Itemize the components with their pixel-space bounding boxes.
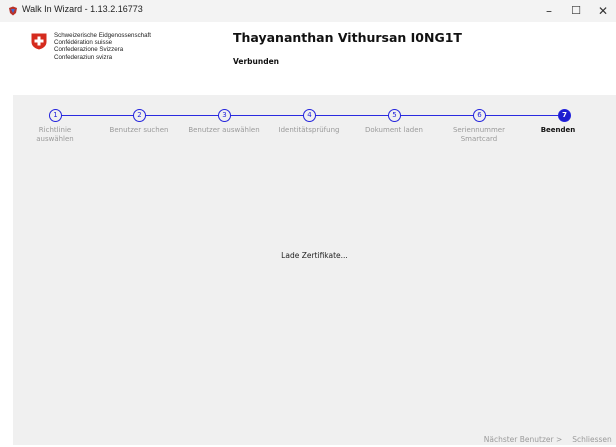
confederation-name-de: Schweizerische Eidgenossenschaft <box>54 32 151 39</box>
minimize-button[interactable]: – <box>536 0 562 22</box>
step-6-label-line1: Seriennummer <box>452 126 505 134</box>
step-2-label: Benutzer suchen <box>97 126 181 135</box>
current-user-name: Thayananthan Vithursan I0NG1T <box>233 30 462 45</box>
step-6-indicator: 6 <box>473 109 486 122</box>
step-2-indicator: 2 <box>133 109 146 122</box>
confederation-names: Schweizerische Eidgenossenschaft Confédé… <box>54 32 151 61</box>
wizard-panel: 1 2 3 4 5 6 7 Richtlinie auswählen Benut… <box>13 95 616 445</box>
step-5-label: Dokument laden <box>352 126 436 135</box>
step-3-label: Benutzer auswählen <box>182 126 266 135</box>
step-1-indicator: 1 <box>49 109 62 122</box>
confederation-name-rm: Confederaziun svizra <box>54 53 113 61</box>
window-titlebar: Walk In Wizard - 1.13.2.16773 – ☐ ✕ <box>0 0 616 22</box>
maximize-button[interactable]: ☐ <box>563 0 589 22</box>
step-1-label-line2: auswählen <box>36 135 74 143</box>
step-5-label-line1: Dokument laden <box>365 126 423 134</box>
app-header: Schweizerische Eidgenossenschaft Confédé… <box>0 22 616 80</box>
step-6-label: Seriennummer Smartcard <box>437 126 521 144</box>
app-logo-icon <box>9 6 17 16</box>
step-1-label-line1: Richtlinie <box>38 126 72 134</box>
step-6-label-line2: Smartcard <box>460 135 498 143</box>
step-3-indicator: 3 <box>218 109 231 122</box>
loading-message: Lade Zertifikate... <box>281 251 348 260</box>
step-2-label-line1: Benutzer suchen <box>109 126 169 134</box>
step-5-indicator: 5 <box>388 109 401 122</box>
connection-status: Verbunden <box>233 57 280 66</box>
confederation-name-fr: Confédération suisse <box>54 39 113 47</box>
step-7-label: Beenden <box>516 126 600 135</box>
confederation-name-it: Confederazione Svizzera <box>54 46 124 54</box>
step-1-label: Richtlinie auswählen <box>13 126 97 144</box>
step-4-indicator: 4 <box>303 109 316 122</box>
close-window-button[interactable]: ✕ <box>590 0 616 22</box>
swiss-coat-of-arms-icon <box>31 33 47 50</box>
step-7-label-line1: Beenden <box>540 126 576 134</box>
window-title: Walk In Wizard - 1.13.2.16773 <box>22 4 143 14</box>
step-4-label: Identitätsprüfung <box>267 126 351 135</box>
step-4-label-line1: Identitätsprüfung <box>278 126 340 134</box>
step-3-label-line1: Benutzer auswählen <box>188 126 260 134</box>
step-7-indicator: 7 <box>558 109 571 122</box>
